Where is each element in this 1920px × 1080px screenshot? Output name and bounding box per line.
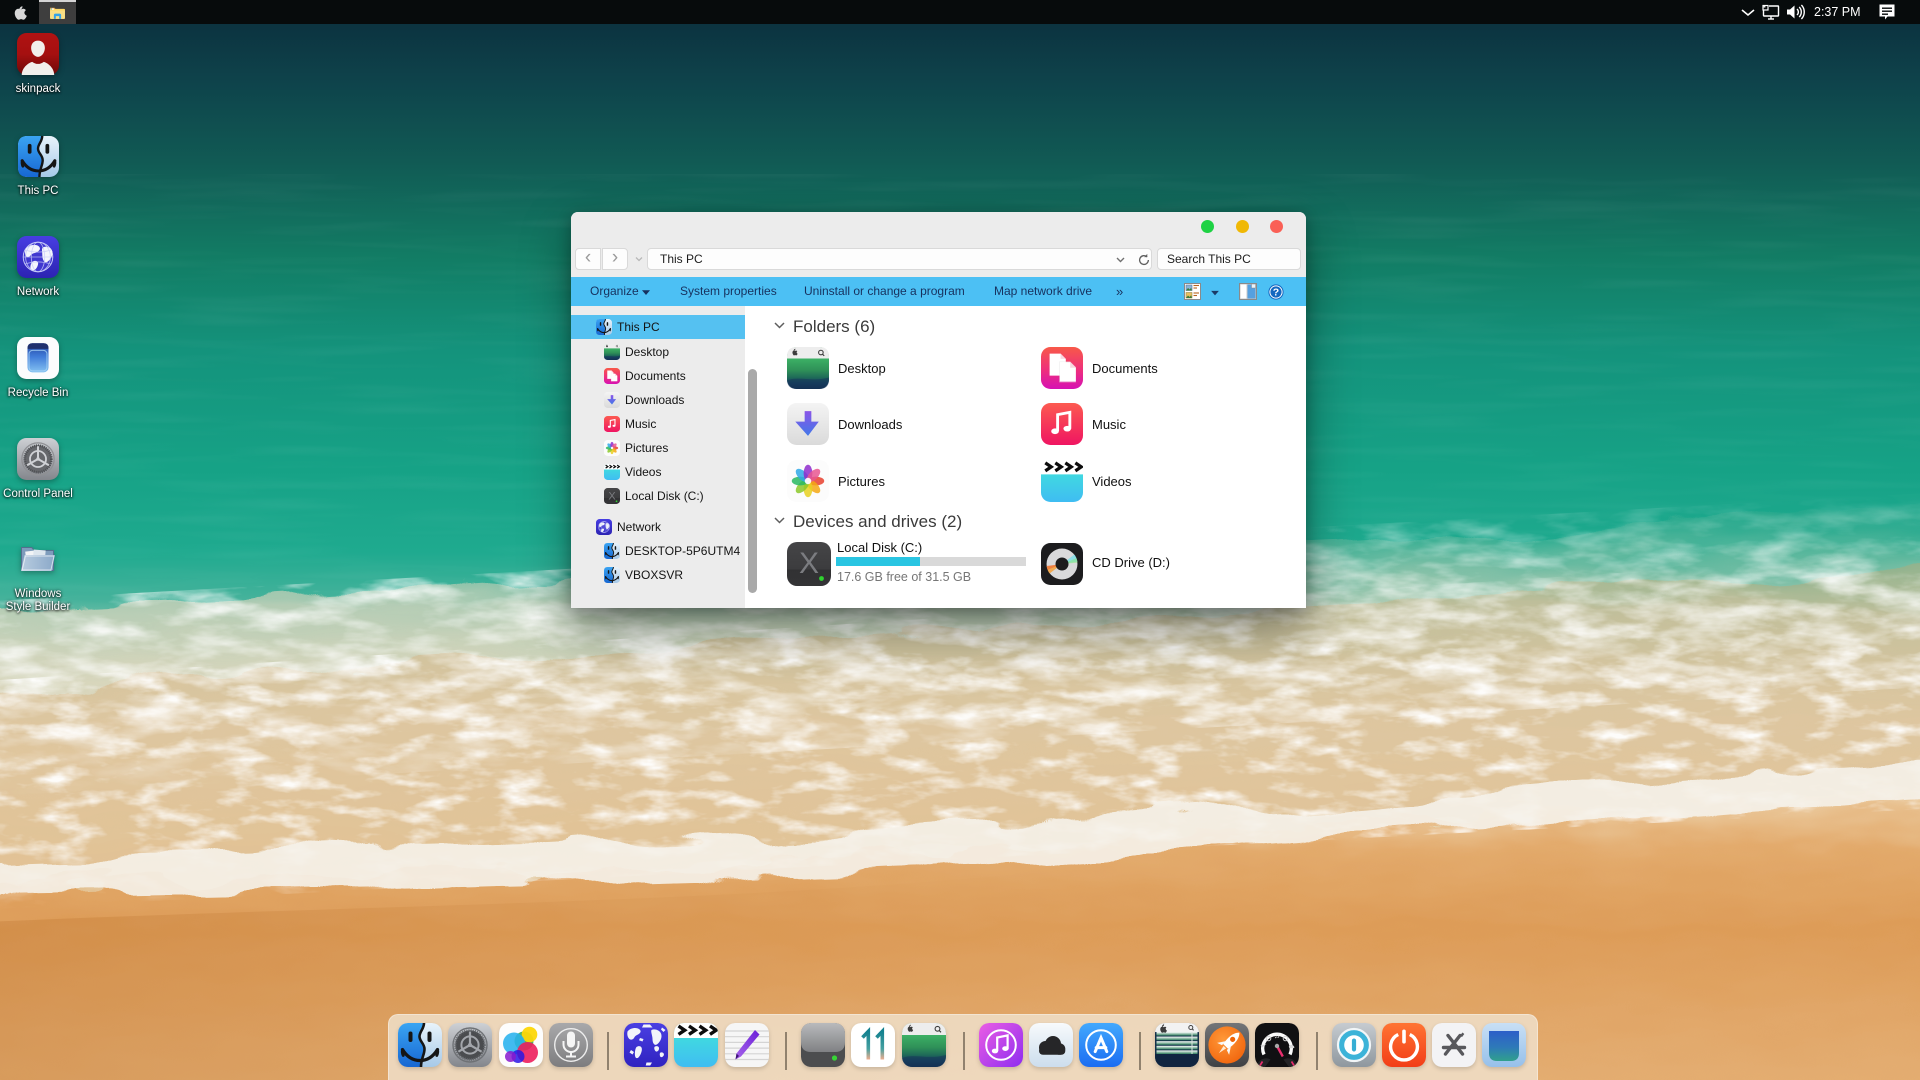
- svg-text:?: ?: [1273, 286, 1279, 298]
